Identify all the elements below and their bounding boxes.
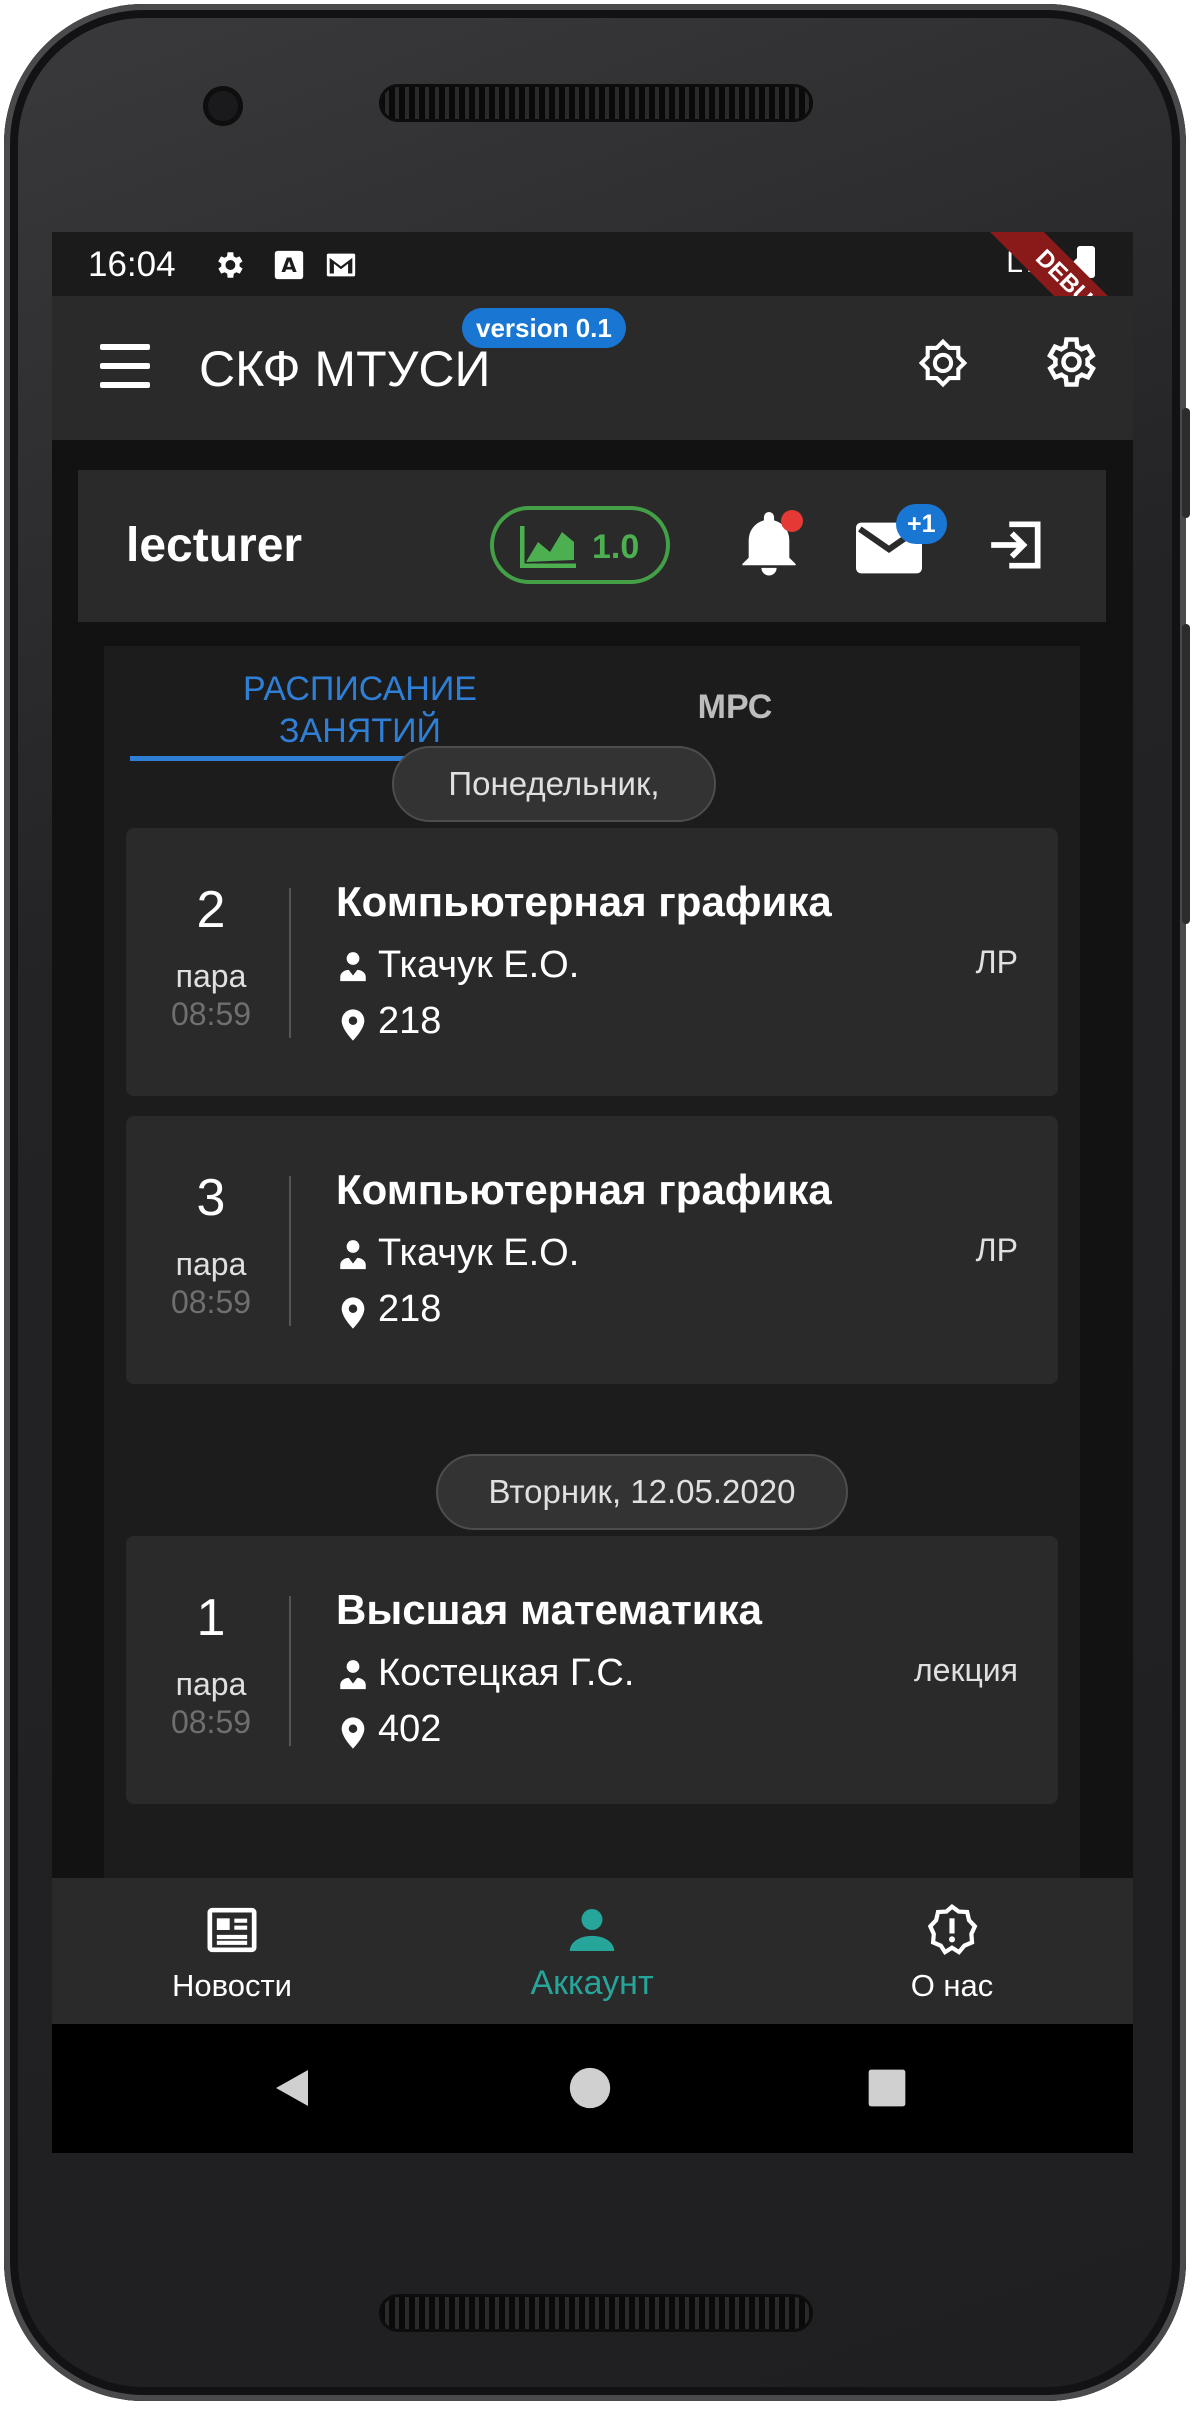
date-chip: Вторник, 12.05.2020 xyxy=(436,1454,848,1530)
nav-account-label: Аккаунт xyxy=(530,1964,654,2002)
lesson-card[interactable]: 1 пара 08:59 Высшая математика Костецкая… xyxy=(126,1536,1058,1804)
chart-icon xyxy=(520,526,576,568)
lesson-time: 08:59 xyxy=(170,1704,252,1740)
lesson-card[interactable]: 2 пара 08:59 Компьютерная графика Ткачук… xyxy=(126,828,1058,1096)
date-chip: Понедельник, 11.05.2020 xyxy=(392,746,716,874)
lesson-room: 402 xyxy=(378,1708,442,1750)
home-icon[interactable] xyxy=(568,2066,612,2110)
screen: 16:04 A LTE DEBUG СКФ МТУСИ version 0.1 xyxy=(52,232,1133,2153)
svg-text:A: A xyxy=(281,254,297,277)
brightness-icon[interactable] xyxy=(916,336,970,390)
lesson-room: 218 xyxy=(378,1288,442,1330)
lesson-teacher: Ткачук Е.О. xyxy=(378,1232,580,1274)
nav-account[interactable]: Аккаунт xyxy=(412,1878,772,2024)
bottom-navigation: Новости Аккаунт О нас xyxy=(52,1878,1133,2024)
teacher-icon xyxy=(340,1660,366,1690)
rating-chip[interactable]: 1.0 xyxy=(490,506,670,584)
user-bar: lecturer 1.0 +1 xyxy=(78,470,1106,622)
status-bar: 16:04 A LTE DEBUG xyxy=(52,232,1133,380)
lesson-teacher: Костецкая Г.С. xyxy=(378,1652,635,1694)
lesson-subject: Компьютерная графика xyxy=(336,1166,832,1213)
lesson-number: 2 xyxy=(196,881,226,939)
lesson-type: ЛР xyxy=(975,944,1018,980)
divider xyxy=(289,1176,291,1326)
app-bar: СКФ МТУСИ version 0.1 xyxy=(52,296,1133,440)
lesson-room: 218 xyxy=(378,1000,442,1042)
lesson-time: 08:59 xyxy=(170,1284,252,1320)
settings-status-icon xyxy=(218,252,243,278)
teacher-icon xyxy=(340,1240,366,1270)
teacher-icon xyxy=(340,952,366,982)
menu-icon[interactable] xyxy=(100,344,150,388)
notification-dot xyxy=(781,510,803,532)
power-button xyxy=(1182,408,1190,518)
nav-news[interactable]: Новости xyxy=(52,1878,412,2024)
divider xyxy=(289,888,291,1038)
system-navigation-bar xyxy=(52,2024,1133,2153)
location-icon xyxy=(341,1009,365,1041)
lesson-subject: Высшая математика xyxy=(336,1586,762,1633)
volume-button xyxy=(1182,624,1190,924)
lesson-para-label: пара xyxy=(175,1666,247,1702)
account-icon xyxy=(569,1909,615,1951)
lesson-subject: Компьютерная графика xyxy=(336,878,832,925)
tab-schedule-line1: РАСПИСАНИЕ xyxy=(243,670,477,708)
logout-icon[interactable] xyxy=(986,514,1048,576)
divider xyxy=(289,1596,291,1746)
location-icon xyxy=(341,1297,365,1329)
nav-news-label: Новости xyxy=(171,1968,292,2003)
earpiece-speaker xyxy=(379,84,813,122)
back-icon[interactable] xyxy=(268,2064,316,2112)
lesson-time: 08:59 xyxy=(170,996,252,1032)
tab-schedule[interactable]: РАСПИСАНИЕ ЗАНЯТИЙ xyxy=(130,668,590,752)
gmail-icon xyxy=(326,253,356,277)
text-a-icon: A xyxy=(274,250,304,280)
rating-value: 1.0 xyxy=(592,528,640,566)
front-camera xyxy=(203,86,243,126)
lesson-para-label: пара xyxy=(175,958,247,994)
location-icon xyxy=(341,1717,365,1749)
recents-icon[interactable] xyxy=(867,2068,907,2108)
about-icon xyxy=(927,1903,978,1956)
lesson-type: лекция xyxy=(914,1652,1018,1688)
lesson-type: ЛР xyxy=(975,1232,1018,1268)
version-badge: version 0.1 xyxy=(462,308,626,348)
lesson-card[interactable]: 3 пара 08:59 Компьютерная графика Ткачук… xyxy=(126,1116,1058,1384)
username: lecturer xyxy=(126,519,303,572)
bottom-speaker xyxy=(379,2294,813,2332)
news-icon xyxy=(207,1907,257,1953)
tab-mrs[interactable]: МРС xyxy=(590,688,880,727)
nav-about-label: О нас xyxy=(910,1968,994,2003)
nav-about[interactable]: О нас xyxy=(772,1878,1132,2024)
status-time: 16:04 xyxy=(88,245,176,284)
settings-icon[interactable] xyxy=(1039,332,1099,392)
lesson-number: 3 xyxy=(196,1169,226,1227)
app-title: СКФ МТУСИ xyxy=(199,341,491,397)
lesson-teacher: Ткачук Е.О. xyxy=(378,944,580,986)
lesson-para-label: пара xyxy=(175,1246,247,1282)
lesson-number: 1 xyxy=(196,1589,226,1647)
mail-badge: +1 xyxy=(896,504,947,544)
